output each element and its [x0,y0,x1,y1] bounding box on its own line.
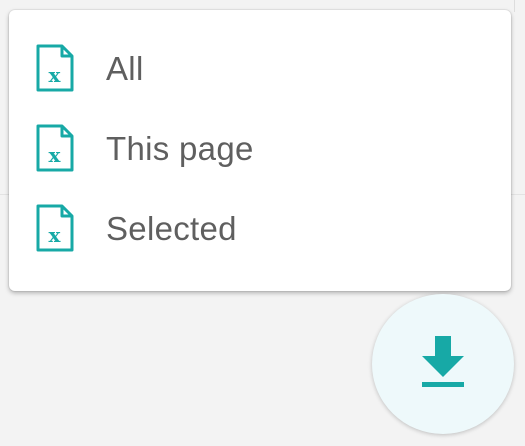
export-this-page-label: This page [106,129,254,167]
export-menu: x All x This page x Selected [9,10,511,291]
export-selected-option[interactable]: x Selected [9,188,511,268]
svg-text:x: x [49,63,62,87]
excel-file-icon: x [35,124,75,172]
download-button[interactable] [372,294,514,434]
excel-file-icon: x [35,204,75,252]
export-selected-label: Selected [106,209,237,247]
excel-file-icon: x [35,44,75,92]
download-icon [420,335,466,393]
export-all-option[interactable]: x All [9,28,511,108]
svg-text:x: x [49,143,62,167]
export-this-page-option[interactable]: x This page [9,108,511,188]
svg-text:x: x [49,223,62,247]
export-all-label: All [106,49,144,87]
background-divider [514,0,515,12]
